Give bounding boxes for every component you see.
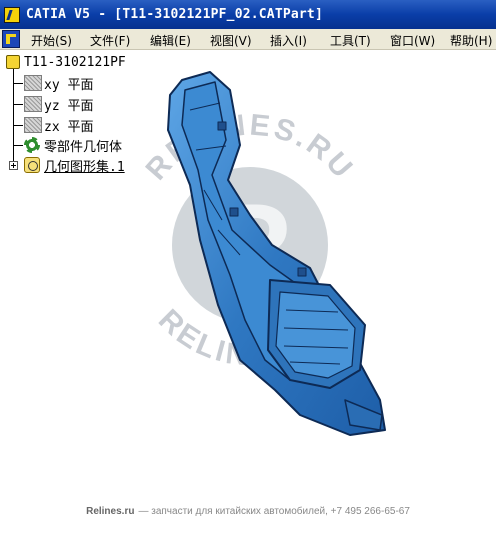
part-body-gear-icon xyxy=(24,137,40,153)
menu-insert[interactable]: 插入(I) xyxy=(270,32,307,49)
document-menu-icon[interactable] xyxy=(2,30,20,48)
menu-start[interactable]: 开始(S) xyxy=(31,32,72,49)
tree-node-geometrical-set[interactable]: 几何图形集.1 xyxy=(24,155,125,175)
window-title: CATIA V5 - [T11-3102121PF_02.CATPart] xyxy=(26,7,323,22)
tree-connector-h1 xyxy=(13,83,23,84)
title-bar: CATIA V5 - [T11-3102121PF_02.CATPart] xyxy=(0,0,496,29)
part-body-shape xyxy=(167,71,386,436)
tree-node-label: zx 平面 xyxy=(44,119,94,135)
specification-tree: T11-3102121PF xy 平面 yz 平面 zx 平面 零部件几何体 几… xyxy=(0,50,200,180)
part-root-icon xyxy=(6,55,20,69)
tree-node-zx-plane[interactable]: zx 平面 xyxy=(24,115,93,135)
footer: Relines.ru — запчасти для китайских авто… xyxy=(0,488,496,534)
catia-app-icon xyxy=(4,6,20,23)
tree-node-xy-plane[interactable]: xy 平面 xyxy=(24,73,93,93)
tree-node-label: 零部件几何体 xyxy=(44,139,123,155)
tree-node-label: 几何图形集.1 xyxy=(44,159,125,175)
plane-icon xyxy=(24,75,42,91)
tree-connector-h2 xyxy=(13,104,23,105)
tree-node-label: xy 平面 xyxy=(44,77,94,93)
tree-connector-h3 xyxy=(13,125,23,126)
menu-bar: 开始(S) 文件(F) 编辑(E) 视图(V) 插入(I) 工具(T) 窗口(W… xyxy=(0,29,496,50)
menu-window[interactable]: 窗口(W) xyxy=(390,32,435,49)
tree-node-label: yz 平面 xyxy=(44,98,94,114)
plane-icon xyxy=(24,96,42,112)
footer-text: — запчасти для китайских автомобилей, +7… xyxy=(138,505,410,517)
tree-node-part-body[interactable]: 零部件几何体 xyxy=(24,135,122,155)
geometrical-set-icon xyxy=(24,157,40,173)
tree-connector-h4 xyxy=(13,145,23,146)
tree-connector-vertical xyxy=(13,64,14,170)
plane-icon xyxy=(24,117,42,133)
menu-edit[interactable]: 编辑(E) xyxy=(150,32,191,49)
expand-geometrical-set-toggle[interactable] xyxy=(9,161,18,170)
tree-root-label: T11-3102121PF xyxy=(24,54,126,70)
menu-file[interactable]: 文件(F) xyxy=(90,32,130,49)
menu-tools[interactable]: 工具(T) xyxy=(330,32,371,49)
footer-brand: Relines.ru xyxy=(86,505,135,517)
tree-node-yz-plane[interactable]: yz 平面 xyxy=(24,94,93,114)
menu-view[interactable]: 视图(V) xyxy=(210,32,252,49)
tree-root-node[interactable]: T11-3102121PF xyxy=(6,52,126,72)
menu-help[interactable]: 帮助(H) xyxy=(450,32,492,49)
